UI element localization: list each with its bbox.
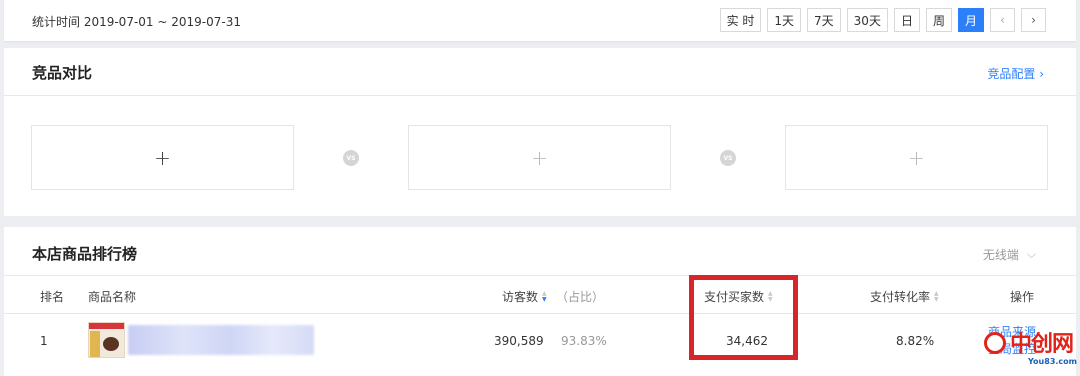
plus-icon: + <box>154 145 171 170</box>
competitor-config-link[interactable]: 竞品配置 › <box>987 65 1044 82</box>
col-buyers-label: 支付买家数 <box>704 290 765 304</box>
col-share-header: （占比） <box>556 290 605 304</box>
period-realtime-button[interactable]: 实 时 <box>719 8 762 32</box>
col-buyers-header[interactable]: 支付买家数 ▲ ▼ <box>704 288 773 305</box>
divider <box>4 275 1076 276</box>
period-day-button[interactable]: 日 <box>893 8 920 32</box>
product-thumbnail[interactable] <box>88 322 125 358</box>
share-cell: 93.83% <box>561 334 607 348</box>
period-1day-button[interactable]: 1天 <box>767 8 802 32</box>
divider <box>4 95 1076 96</box>
watermark-subtext: You83.com <box>1028 357 1077 366</box>
plus-icon: + <box>908 145 925 170</box>
watermark-logo: 中创网 You83.com <box>982 326 1078 376</box>
sort-desc-icon: ▲ ▼ <box>542 289 547 303</box>
date-toolbar: 统计时间 2019-07-01 ~ 2019-07-31 实 时 1天 7天 3… <box>4 0 1076 41</box>
col-visitors-label: 访客数 <box>502 290 539 304</box>
visitors-cell: 390,589 <box>494 334 544 348</box>
period-switcher: 实 时 1天 7天 30天 日 周 月 ‹ › <box>719 8 1046 32</box>
buyers-cell: 34,462 <box>726 334 768 348</box>
period-30day-button[interactable]: 30天 <box>846 8 888 32</box>
device-select-value: 无线端 <box>982 248 1019 262</box>
prev-period-icon[interactable]: ‹ <box>990 8 1015 32</box>
date-range-label: 统计时间 2019-07-01 ~ 2019-07-31 <box>32 15 241 29</box>
sort-icon: ▲ ▼ <box>768 289 773 303</box>
add-competitor-slot-2[interactable]: + <box>408 125 671 190</box>
period-week-button[interactable]: 周 <box>925 8 952 32</box>
compare-title: 竞品对比 <box>32 64 93 82</box>
competitor-compare-panel: 竞品对比 竞品配置 › + VS + VS + <box>4 48 1076 216</box>
next-period-icon[interactable]: › <box>1021 8 1046 32</box>
period-7day-button[interactable]: 7天 <box>807 8 841 32</box>
sort-icon: ▲ ▼ <box>934 289 939 303</box>
device-select[interactable]: 无线端 ⌵ <box>983 246 1036 263</box>
rank-cell: 1 <box>40 334 48 348</box>
period-month-button[interactable]: 月 <box>957 8 984 32</box>
conversion-cell: 8.82% <box>896 334 935 348</box>
divider <box>4 313 1076 314</box>
col-visitors-header[interactable]: 访客数 ▲ ▼ <box>502 288 547 305</box>
col-actions-header: 操作 <box>1010 290 1035 304</box>
logo-icon <box>984 332 1006 354</box>
col-conversion-label: 支付转化率 <box>870 290 931 304</box>
ranking-title: 本店商品排行榜 <box>32 245 138 263</box>
col-conversion-header[interactable]: 支付转化率 ▲ ▼ <box>870 288 939 305</box>
col-rank-header: 排名 <box>40 290 65 304</box>
col-name-header: 商品名称 <box>88 290 137 304</box>
add-competitor-slot-1[interactable]: + <box>31 125 294 190</box>
add-competitor-slot-3[interactable]: + <box>785 125 1048 190</box>
product-ranking-panel: 本店商品排行榜 无线端 ⌵ 排名 商品名称 访客数 ▲ ▼ （占比） 支付买家数 … <box>4 227 1076 376</box>
chevron-down-icon: ⌵ <box>1026 247 1036 261</box>
plus-icon: + <box>531 145 548 170</box>
product-name-blurred[interactable] <box>128 325 314 355</box>
watermark-text: 中创网 <box>1010 332 1074 357</box>
vs-icon: VS <box>343 150 359 166</box>
vs-icon: VS <box>720 150 736 166</box>
